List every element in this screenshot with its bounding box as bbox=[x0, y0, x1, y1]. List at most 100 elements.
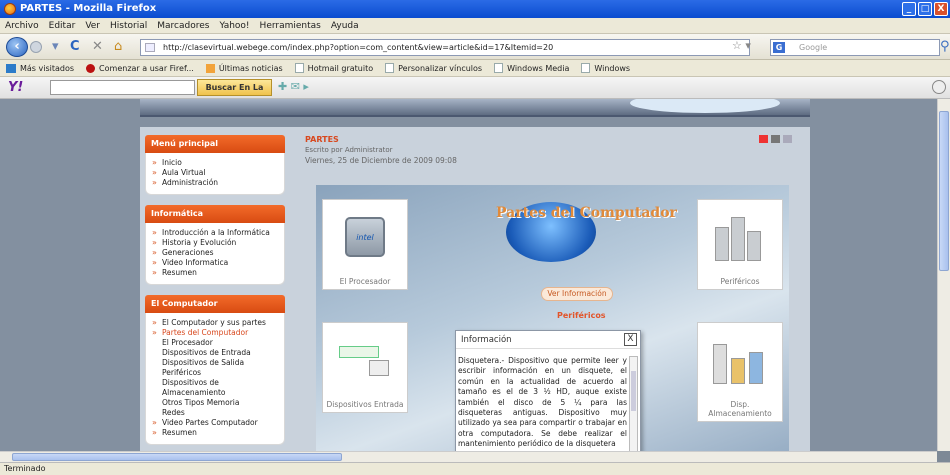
menu-item-aula-virtual[interactable]: Aula Virtual bbox=[150, 168, 280, 178]
reload-icon[interactable]: C bbox=[70, 40, 80, 54]
info-dialog: Información X Disquetera.- Dispositivo q… bbox=[455, 330, 641, 452]
forward-button[interactable] bbox=[30, 41, 42, 53]
submenu-item-procesador[interactable]: El Procesador bbox=[150, 338, 280, 348]
search-input[interactable]: G Google bbox=[770, 39, 940, 56]
input-devices-image bbox=[323, 323, 407, 397]
dialog-close-button[interactable]: X bbox=[624, 333, 637, 346]
horizontal-scrollbar[interactable] bbox=[0, 451, 937, 462]
bookmark-personalizar[interactable]: Personalizar vínculos bbox=[385, 63, 482, 73]
module-body: Inicio Aula Virtual Administración bbox=[145, 153, 285, 195]
peripherals-image bbox=[698, 200, 782, 274]
tile-perifericos[interactable]: Periféricos bbox=[697, 199, 783, 290]
article-date: Viernes, 25 de Diciembre de 2009 09:08 bbox=[305, 156, 457, 165]
dialog-title: Información bbox=[456, 331, 640, 349]
maximize-button[interactable]: □ bbox=[918, 2, 932, 16]
horizontal-scroll-thumb[interactable] bbox=[12, 453, 342, 461]
menu-item-video-informatica[interactable]: Video Informatica bbox=[150, 258, 280, 268]
bookmark-star-icon[interactable]: ☆ ▾ bbox=[732, 39, 751, 52]
bookmarks-bar: Más visitados Comenzar a usar Firef... Ú… bbox=[0, 60, 950, 77]
home-icon[interactable]: ⌂ bbox=[114, 40, 122, 54]
window-title: PARTES - Mozilla Firefox bbox=[20, 3, 157, 14]
menu-item-partes-computador[interactable]: Partes del Computador bbox=[150, 328, 280, 338]
submenu-item-redes[interactable]: Redes bbox=[150, 408, 280, 418]
menu-item-resumen[interactable]: Resumen bbox=[150, 268, 280, 278]
url-bar[interactable]: http://clasevirtual.webege.com/index.php… bbox=[140, 39, 750, 56]
tile-almacenamiento[interactable]: Disp. Almacenamiento bbox=[697, 322, 783, 422]
menu-item-video-partes[interactable]: Video Partes Computador bbox=[150, 418, 280, 428]
menu-ayuda[interactable]: Ayuda bbox=[331, 18, 359, 33]
menu-item-inicio[interactable]: Inicio bbox=[150, 158, 280, 168]
vertical-scroll-thumb[interactable] bbox=[939, 111, 949, 271]
close-window-button[interactable]: X bbox=[934, 2, 948, 16]
yahoo-toolbar: Y! Buscar En La Web ✚ ✉ ▸ bbox=[0, 77, 950, 107]
menu-item-resumen-computador[interactable]: Resumen bbox=[150, 428, 280, 438]
search-magnifier-icon[interactable]: ⚲ bbox=[940, 40, 950, 54]
bookmark-hotmail[interactable]: Hotmail gratuito bbox=[294, 63, 374, 73]
dialog-scrollbar[interactable] bbox=[629, 356, 638, 452]
tile-caption: Disp. Almacenamiento bbox=[708, 400, 772, 418]
menu-item-historia[interactable]: Historia y Evolución bbox=[150, 238, 280, 248]
submenu-item-otros-memoria[interactable]: Otros Tipos Memoria bbox=[150, 398, 280, 408]
most-visited-icon bbox=[6, 63, 16, 73]
menu-herramientas[interactable]: Herramientas bbox=[260, 18, 321, 33]
menu-item-computador-partes[interactable]: El Computador y sus partes bbox=[150, 318, 280, 328]
dropdown-arrow-icon[interactable]: ▾ bbox=[52, 40, 59, 54]
menu-ver[interactable]: Ver bbox=[85, 18, 100, 33]
menu-editar[interactable]: Editar bbox=[49, 18, 76, 33]
status-text: Terminado bbox=[4, 464, 46, 473]
submenu-item-perifericos[interactable]: Periféricos bbox=[150, 368, 280, 378]
ver-informacion-button[interactable]: Ver Información bbox=[541, 287, 613, 301]
bookmark-label: Más visitados bbox=[20, 63, 75, 73]
bookmark-comenzar[interactable]: Comenzar a usar Firef... bbox=[86, 63, 194, 73]
email-icon[interactable] bbox=[783, 135, 792, 143]
tile-caption: El Procesador bbox=[339, 277, 391, 286]
stop-icon[interactable]: ✕ bbox=[92, 40, 103, 54]
module-title: Menú principal bbox=[145, 135, 285, 153]
bookmark-label: Últimas noticias bbox=[218, 63, 283, 73]
back-button[interactable]: ‹ bbox=[6, 37, 28, 57]
pdf-icon[interactable] bbox=[759, 135, 768, 143]
minimize-button[interactable]: _ bbox=[902, 2, 916, 16]
tile-dispositivos-entrada[interactable]: Dispositivos Entrada bbox=[322, 322, 408, 413]
menu-archivo[interactable]: Archivo bbox=[5, 18, 39, 33]
menu-item-introduccion[interactable]: Introducción a la Informática bbox=[150, 228, 280, 238]
tile-procesador[interactable]: intel El Procesador bbox=[322, 199, 408, 290]
storage-devices-icon bbox=[711, 336, 769, 384]
menu-item-generaciones[interactable]: Generaciones bbox=[150, 248, 280, 258]
storage-image bbox=[698, 323, 782, 397]
menu-yahoo[interactable]: Yahoo! bbox=[219, 18, 249, 33]
yahoo-extras-icon[interactable]: ✚ ✉ ▸ bbox=[278, 80, 309, 93]
rss-icon bbox=[205, 63, 215, 73]
bookmark-windows[interactable]: Windows bbox=[581, 63, 630, 73]
bookmark-mas-visitados[interactable]: Más visitados bbox=[6, 63, 75, 73]
yahoo-logo-icon[interactable]: Y! bbox=[8, 80, 23, 95]
computer-towers-icon bbox=[711, 213, 769, 261]
page-icon bbox=[581, 63, 591, 73]
yahoo-search-button[interactable]: Buscar En La Web bbox=[197, 79, 272, 107]
banner-title: Partes del Computador bbox=[496, 205, 677, 221]
yahoo-search-input[interactable] bbox=[50, 80, 195, 95]
article-title[interactable]: PARTES bbox=[305, 135, 800, 144]
window-controls: _ □ X bbox=[902, 2, 948, 16]
bookmark-label: Hotmail gratuito bbox=[307, 63, 374, 73]
menu-marcadores[interactable]: Marcadores bbox=[157, 18, 209, 33]
google-icon[interactable]: G bbox=[773, 42, 785, 53]
bookmark-label: Personalizar vínculos bbox=[398, 63, 483, 73]
article-author: Escrito por Administrator bbox=[305, 146, 393, 154]
submenu-item-almacenamiento[interactable]: Dispositivos de Almacenamiento bbox=[150, 378, 280, 398]
menu-historial[interactable]: Historial bbox=[110, 18, 147, 33]
bookmark-ultimas-noticias[interactable]: Últimas noticias bbox=[205, 63, 283, 73]
vertical-scrollbar[interactable] bbox=[937, 99, 950, 451]
processor-image: intel bbox=[323, 200, 407, 274]
url-text: http://clasevirtual.webege.com/index.php… bbox=[163, 43, 554, 52]
menu-item-administracion[interactable]: Administración bbox=[150, 178, 280, 188]
submenu-item-salida[interactable]: Dispositivos de Salida bbox=[150, 358, 280, 368]
window-titlebar: PARTES - Mozilla Firefox _ □ X bbox=[0, 0, 950, 18]
dialog-text: Disquetera.- Dispositivo que permite lee… bbox=[458, 356, 627, 449]
dialog-scroll-thumb[interactable] bbox=[631, 371, 636, 411]
print-icon[interactable] bbox=[771, 135, 780, 143]
bookmark-windows-media[interactable]: Windows Media bbox=[494, 63, 569, 73]
toolbar-options-icon[interactable] bbox=[932, 80, 946, 94]
submenu-item-entrada[interactable]: Dispositivos de Entrada bbox=[150, 348, 280, 358]
module-title: Informática bbox=[145, 205, 285, 223]
